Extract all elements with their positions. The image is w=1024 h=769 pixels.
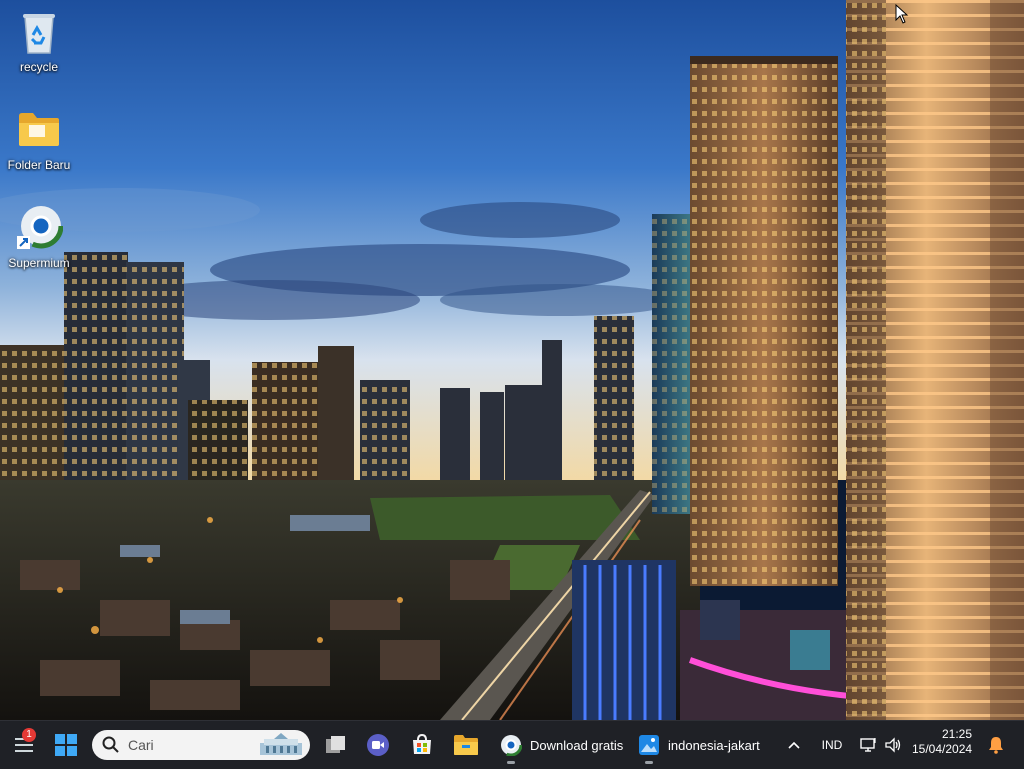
taskbar-app-photos[interactable]: indonesia-jakart [630, 725, 764, 765]
taskbar-search-box[interactable]: Cari [92, 730, 310, 760]
store-icon [413, 734, 431, 754]
desktop-icon-label: Supermium [8, 256, 70, 270]
input-language-button[interactable]: IND [814, 725, 850, 765]
microsoft-store-button[interactable] [402, 725, 442, 765]
network-icon [860, 738, 876, 752]
notifications-button[interactable] [982, 725, 1010, 765]
taskbar-app-label: Download gratis [530, 737, 624, 753]
desktop-wallpaper [0, 0, 1024, 720]
desktop-icon-folder-baru[interactable]: Folder Baru [1, 106, 77, 172]
recycle-bin-icon [15, 8, 63, 56]
show-hidden-icons-button[interactable] [780, 725, 808, 765]
bell-icon [989, 737, 1003, 754]
volume-icon [885, 737, 901, 753]
search-icon [102, 736, 119, 753]
start-button[interactable] [46, 725, 86, 765]
folder-icon [15, 106, 63, 154]
video-call-icon [367, 734, 389, 756]
taskbar: Cari Download gratis indonesia-jakart IN… [0, 720, 1024, 769]
running-indicator [507, 761, 515, 764]
clock-date: 15/04/2024 [912, 742, 973, 756]
windows-start-icon [55, 734, 77, 756]
supermium-browser-icon [15, 204, 63, 252]
task-view-button[interactable] [316, 725, 356, 765]
video-call-button[interactable] [358, 725, 398, 765]
file-explorer-button[interactable] [446, 725, 486, 765]
taskbar-app-label: indonesia-jakart [668, 737, 760, 753]
clock-time: 21:25 [941, 727, 972, 741]
supermium-browser-icon [500, 734, 522, 756]
running-indicator [645, 761, 653, 764]
taskbar-app-supermium[interactable]: Download gratis [492, 725, 626, 765]
desktop-icon-label: recycle [19, 60, 58, 74]
network-volume-button[interactable] [856, 725, 906, 765]
task-view-icon [326, 736, 345, 753]
photos-icon [639, 735, 659, 755]
folder-icon [454, 735, 478, 755]
search-highlight-palace-icon [260, 733, 302, 755]
desktop-icon-label: Folder Baru [7, 158, 71, 172]
city-skyline-image [0, 0, 1024, 720]
chevron-up-icon [788, 741, 800, 749]
desktop-icon-recycle[interactable]: recycle [1, 8, 77, 74]
desktop-icon-supermium[interactable]: Supermium [1, 204, 77, 270]
language-indicator: IND [821, 738, 843, 752]
mouse-cursor-icon [895, 3, 909, 29]
system-clock[interactable]: 21:25 15/04/2024 [912, 727, 972, 757]
search-placeholder: Cari [128, 737, 154, 753]
notification-badge: 1 [22, 728, 36, 742]
